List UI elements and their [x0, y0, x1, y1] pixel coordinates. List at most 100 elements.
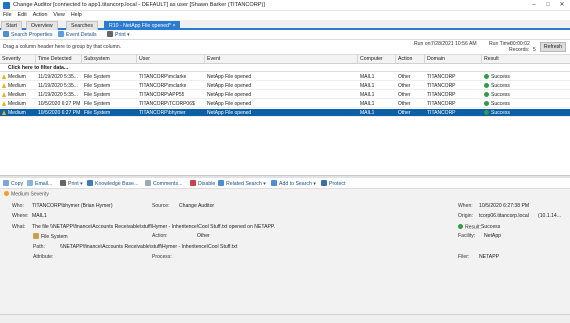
tab-r10-netapp-file-opened[interactable]: R10 - NetApp File opened* × — [104, 21, 181, 30]
disable-button[interactable]: Disable — [190, 180, 215, 188]
comments-button[interactable]: Comments... — [145, 180, 182, 188]
cell-result: Success — [482, 82, 510, 90]
menu-view[interactable]: View — [53, 11, 64, 20]
cell-text: File System — [84, 101, 111, 107]
app-icon — [3, 2, 10, 9]
knowledge-base-button[interactable]: Knowledge Base... — [87, 180, 138, 188]
path-value: \\NETAPP\finance\Accounts Receivable\stu… — [60, 244, 238, 250]
copy-button[interactable]: Copy — [3, 180, 23, 188]
menu-bar: File Edit Action View Help — [0, 11, 570, 20]
cell-action: Other — [396, 82, 411, 90]
column-header-action[interactable]: Action — [396, 55, 425, 64]
run-on-value: 7/28/2021 10:56 AM — [431, 41, 477, 47]
cell-text: File System — [84, 92, 111, 98]
close-button[interactable]: ✕ — [555, 1, 569, 10]
chevron-down-icon: ▾ — [127, 32, 130, 38]
cell-event: NetApp File opened — [205, 73, 251, 81]
column-header-computer[interactable]: Computer — [358, 55, 396, 64]
column-header-subsystem[interactable]: Subsystem — [82, 55, 137, 64]
menu-action[interactable]: Action — [33, 11, 48, 20]
medium-severity-icon — [4, 191, 9, 196]
cell-subsystem: File System — [82, 100, 110, 108]
event-details-button[interactable]: Event Details — [58, 31, 97, 39]
cell-computer: MAIL1 — [358, 73, 374, 81]
warning-icon — [2, 100, 6, 106]
table-row[interactable]: Medium 10/5/2020 6:27 PM File System TITANC… — [0, 109, 570, 117]
warning-icon — [2, 73, 6, 79]
disable-label: Disable — [198, 181, 216, 187]
cell-user: TITANCORP\mclarke — [137, 82, 186, 90]
table-row[interactable]: Medium 11/19/2020 5:35... File System TITAN… — [0, 73, 570, 81]
cell-user: TITANCORP\APP55 — [137, 91, 184, 99]
when-value: 10/5/2020 6:27:38 PM — [479, 203, 530, 209]
column-header-severity[interactable]: Severity — [0, 55, 36, 64]
cell-domain: TITANCORP — [425, 91, 456, 99]
cell-severity: Medium — [0, 91, 26, 99]
cell-text: MAIL1 — [360, 83, 375, 89]
cell-text: File System — [84, 110, 111, 116]
email-label: Email... — [35, 181, 53, 187]
protect-button[interactable]: Protect — [321, 180, 345, 188]
where-label: Where: — [12, 213, 29, 219]
column-header-domain[interactable]: Domain — [425, 55, 482, 64]
cell-result: Success — [482, 100, 510, 108]
menu-edit[interactable]: Edit — [18, 11, 27, 20]
menu-help[interactable]: Help — [71, 11, 82, 20]
search-properties-button[interactable]: Search Properties — [3, 31, 53, 39]
success-icon — [484, 109, 489, 115]
shield-icon — [321, 180, 327, 186]
cell-text: MAIL1 — [360, 74, 375, 80]
cell-computer: MAIL1 — [358, 91, 374, 99]
cell-text: NetApp File opened — [207, 83, 252, 89]
filter-row[interactable]: Click here to filter data... — [0, 64, 570, 72]
table-row[interactable]: Medium 11/19/2020 5:35... File System TITAN… — [0, 82, 570, 90]
minimize-button[interactable]: – — [527, 1, 541, 10]
print-button[interactable]: Print ▾ — [107, 31, 130, 39]
detail-print-button[interactable]: Print ▾ — [60, 180, 83, 188]
column-header-user[interactable]: User — [137, 55, 205, 64]
cell-text: 11/19/2020 5:35... — [38, 92, 78, 98]
filer-label: Filer: — [458, 254, 470, 260]
close-tab-icon[interactable]: × — [172, 23, 175, 29]
who-value: TITANCORP\bhymer (Brian Hymer) — [32, 203, 113, 209]
related-search-button[interactable]: Related Search ▾ — [218, 180, 266, 188]
cell-time: 11/19/2020 5:35... — [36, 73, 78, 81]
print-label: Print — [115, 32, 126, 38]
severity-text: Medium Severity — [11, 191, 49, 198]
cell-text: TITANCORP\mclarke — [139, 83, 187, 89]
printer-icon — [60, 180, 66, 186]
origin-label: Origin: — [458, 213, 474, 219]
tab-start[interactable]: Start — [1, 21, 22, 30]
cell-subsystem: File System — [82, 82, 110, 90]
who-label: Who: — [12, 203, 24, 209]
column-header-time-detected[interactable]: Time Detected — [36, 55, 82, 64]
cell-text: Success — [491, 92, 510, 98]
maximize-button[interactable]: □ — [541, 1, 555, 10]
filter-label: Click here to filter data... — [8, 65, 69, 71]
add-to-search-button[interactable]: Add to Search ▾ — [271, 180, 316, 188]
table-row[interactable]: Medium 11/19/2020 5:35... File System TITAN… — [0, 91, 570, 99]
cell-event: NetApp File opened — [205, 109, 251, 117]
cell-text: TITANCORP — [427, 101, 456, 107]
cell-text: Medium — [8, 92, 26, 98]
related-search-label: Related Search — [226, 181, 262, 187]
column-header-event[interactable]: Event — [205, 55, 358, 64]
subsystem-text: File System — [41, 234, 68, 240]
records-label: Records: — [509, 47, 530, 53]
cell-text: MAIL1 — [360, 110, 375, 116]
table-row[interactable]: Medium 10/5/2020 6:27 PM File System TITANC… — [0, 100, 570, 108]
records-value: 5 — [533, 47, 536, 53]
cell-domain: TITANCORP — [425, 73, 456, 81]
tab-searches[interactable]: Searches — [66, 21, 98, 30]
cell-action: Other — [396, 100, 411, 108]
tab-overview[interactable]: Overview — [26, 21, 58, 30]
warning-icon — [2, 91, 6, 97]
refresh-button[interactable]: Refresh — [540, 42, 566, 52]
folder-icon — [33, 233, 39, 239]
cell-computer: MAIL1 — [358, 100, 374, 108]
email-button[interactable]: Email... — [27, 180, 52, 188]
pane-splitter[interactable] — [0, 175, 570, 178]
menu-file[interactable]: File — [3, 11, 12, 20]
column-header-result[interactable]: Result — [482, 55, 570, 64]
cell-text: NetApp File opened — [207, 101, 252, 107]
